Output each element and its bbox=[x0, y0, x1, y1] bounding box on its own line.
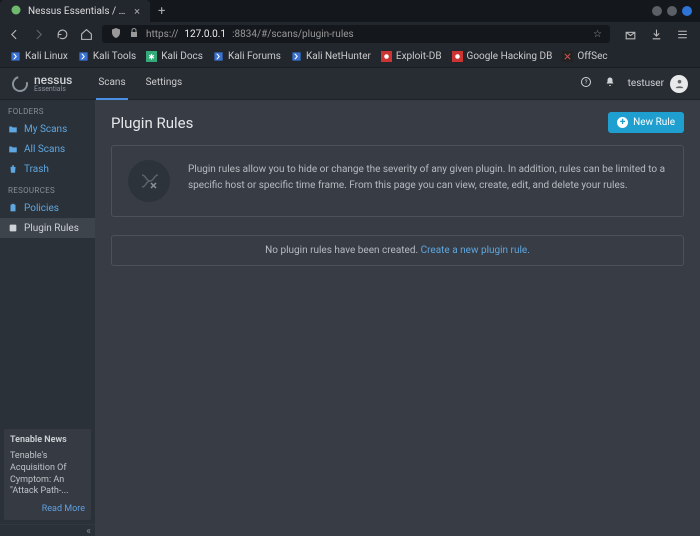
url-host: 127.0.0.1 bbox=[184, 29, 226, 40]
svg-text:?: ? bbox=[584, 79, 587, 86]
news-heading: Tenable News bbox=[10, 435, 85, 445]
lock-icon bbox=[10, 4, 22, 19]
bookmark-label: Kali Forums bbox=[228, 51, 281, 62]
folder-icon bbox=[8, 123, 18, 135]
sidebar-item-plugin-rules[interactable]: Plugin Rules bbox=[0, 218, 95, 238]
bookmark-label: Google Hacking DB bbox=[467, 51, 553, 62]
help-icon[interactable]: ? bbox=[580, 76, 592, 91]
sidebar-item-all-scans[interactable]: All Scans bbox=[0, 139, 95, 159]
new-rule-button[interactable]: + New Rule bbox=[608, 112, 684, 133]
info-text: Plugin rules allow you to hide or change… bbox=[188, 160, 667, 202]
favicon-icon bbox=[381, 51, 392, 62]
inbox-icon[interactable] bbox=[622, 26, 638, 42]
window-maximize-icon[interactable] bbox=[667, 6, 677, 16]
url-proto: https:// bbox=[146, 29, 178, 40]
tab-title: Nessus Essentials / Resou bbox=[28, 6, 128, 17]
bookmark-item[interactable]: OffSec bbox=[562, 51, 607, 62]
sidebar-item-my-scans[interactable]: My Scans bbox=[0, 119, 95, 139]
window-minimize-icon[interactable] bbox=[652, 6, 662, 16]
plugin-rules-icon bbox=[128, 160, 170, 202]
bookmark-label: Kali NetHunter bbox=[306, 51, 371, 62]
bookmark-label: Kali Tools bbox=[93, 51, 136, 62]
sidebar-item-label: Trash bbox=[24, 164, 49, 175]
svg-text:✱: ✱ bbox=[149, 52, 155, 61]
menu-icon[interactable] bbox=[674, 26, 690, 42]
shield-icon bbox=[110, 27, 122, 42]
top-tab-settings[interactable]: Settings bbox=[144, 67, 185, 100]
favicon-icon bbox=[10, 51, 21, 62]
app-logo[interactable]: nessus Essentials bbox=[12, 74, 72, 93]
url-rest: :8834/#/scans/plugin-rules bbox=[232, 29, 354, 40]
bookmark-item[interactable]: Kali Linux bbox=[10, 51, 68, 62]
sidebar-heading-resources: RESOURCES bbox=[0, 179, 95, 198]
address-bar[interactable]: https:// 127.0.0.1 :8834/#/scans/plugin-ru… bbox=[102, 25, 610, 43]
favicon-icon bbox=[562, 51, 573, 62]
home-button[interactable] bbox=[78, 26, 94, 42]
logo-subtitle: Essentials bbox=[34, 86, 72, 93]
back-button[interactable] bbox=[6, 26, 22, 42]
news-readmore-link[interactable]: Read More bbox=[10, 504, 85, 514]
sidebar-heading-folders: FOLDERS bbox=[0, 100, 95, 119]
bookmark-label: Kali Docs bbox=[161, 51, 203, 62]
empty-message: No plugin rules have been created. bbox=[265, 245, 420, 256]
new-rule-label: New Rule bbox=[633, 117, 675, 128]
new-tab-button[interactable]: + bbox=[150, 4, 173, 19]
sidebar-collapse-button[interactable]: « bbox=[0, 524, 95, 536]
page-title: Plugin Rules bbox=[111, 114, 193, 132]
bookmark-item[interactable]: Kali NetHunter bbox=[291, 51, 371, 62]
news-body: Tenable's Acquisition Of Cymptom: An "At… bbox=[10, 451, 85, 498]
bookmark-item[interactable]: Exploit-DB bbox=[381, 51, 442, 62]
bookmark-label: Kali Linux bbox=[25, 51, 68, 62]
plus-icon: + bbox=[617, 117, 628, 128]
bookmark-item[interactable]: Google Hacking DB bbox=[452, 51, 553, 62]
sidebar-item-policies[interactable]: Policies bbox=[0, 198, 95, 218]
folder-icon bbox=[8, 143, 18, 155]
trash-icon bbox=[8, 163, 18, 175]
bookmark-star-icon[interactable]: ☆ bbox=[593, 29, 602, 40]
favicon-icon bbox=[78, 51, 89, 62]
bell-icon[interactable] bbox=[604, 76, 616, 91]
sidebar: FOLDERS My Scans All Scans Trash RESOURCES… bbox=[0, 100, 95, 536]
username: testuser bbox=[628, 78, 664, 89]
plug-icon bbox=[8, 222, 18, 234]
favicon-icon: ✱ bbox=[146, 51, 157, 62]
bookmark-item[interactable]: Kali Tools bbox=[78, 51, 136, 62]
nessus-logo-icon bbox=[9, 73, 31, 95]
clipboard-icon bbox=[8, 202, 18, 214]
bookmark-item[interactable]: Kali Forums bbox=[213, 51, 281, 62]
top-tab-scans[interactable]: Scans bbox=[96, 67, 127, 100]
favicon-icon bbox=[291, 51, 302, 62]
empty-state: No plugin rules have been created. Creat… bbox=[111, 235, 684, 266]
user-menu[interactable]: testuser bbox=[628, 75, 688, 93]
bookmark-item[interactable]: ✱ Kali Docs bbox=[146, 51, 203, 62]
window-close-icon[interactable] bbox=[682, 6, 692, 16]
sidebar-item-label: Policies bbox=[24, 203, 59, 214]
sidebar-item-label: My Scans bbox=[24, 124, 67, 135]
reload-button[interactable] bbox=[54, 26, 70, 42]
info-panel: Plugin rules allow you to hide or change… bbox=[111, 145, 684, 217]
window-controls bbox=[652, 6, 700, 16]
browser-tabbar: Nessus Essentials / Resou × + bbox=[0, 0, 700, 22]
bookmark-label: Exploit-DB bbox=[396, 51, 442, 62]
create-rule-link[interactable]: Create a new plugin rule. bbox=[421, 245, 530, 256]
browser-navbar: https:// 127.0.0.1 :8834/#/scans/plugin-ru… bbox=[0, 22, 700, 46]
avatar-icon bbox=[670, 75, 688, 93]
bookmarks-bar: Kali Linux Kali Tools ✱ Kali Docs Kali Forum… bbox=[0, 46, 700, 68]
close-icon[interactable]: × bbox=[134, 5, 140, 18]
top-tabs: Scans Settings bbox=[96, 67, 184, 100]
sidebar-item-label: Plugin Rules bbox=[24, 223, 79, 234]
favicon-icon bbox=[452, 51, 463, 62]
bookmark-label: OffSec bbox=[577, 51, 607, 62]
browser-tab[interactable]: Nessus Essentials / Resou × bbox=[0, 0, 150, 22]
main-content: Plugin Rules + New Rule Plugin rules all… bbox=[95, 100, 700, 536]
lock-icon bbox=[128, 27, 140, 42]
forward-button[interactable] bbox=[30, 26, 46, 42]
download-icon[interactable] bbox=[648, 26, 664, 42]
favicon-icon bbox=[213, 51, 224, 62]
news-widget: Tenable News Tenable's Acquisition Of Cy… bbox=[4, 429, 91, 520]
sidebar-item-trash[interactable]: Trash bbox=[0, 159, 95, 179]
app-header: nessus Essentials Scans Settings ? testus… bbox=[0, 68, 700, 100]
sidebar-item-label: All Scans bbox=[24, 144, 65, 155]
